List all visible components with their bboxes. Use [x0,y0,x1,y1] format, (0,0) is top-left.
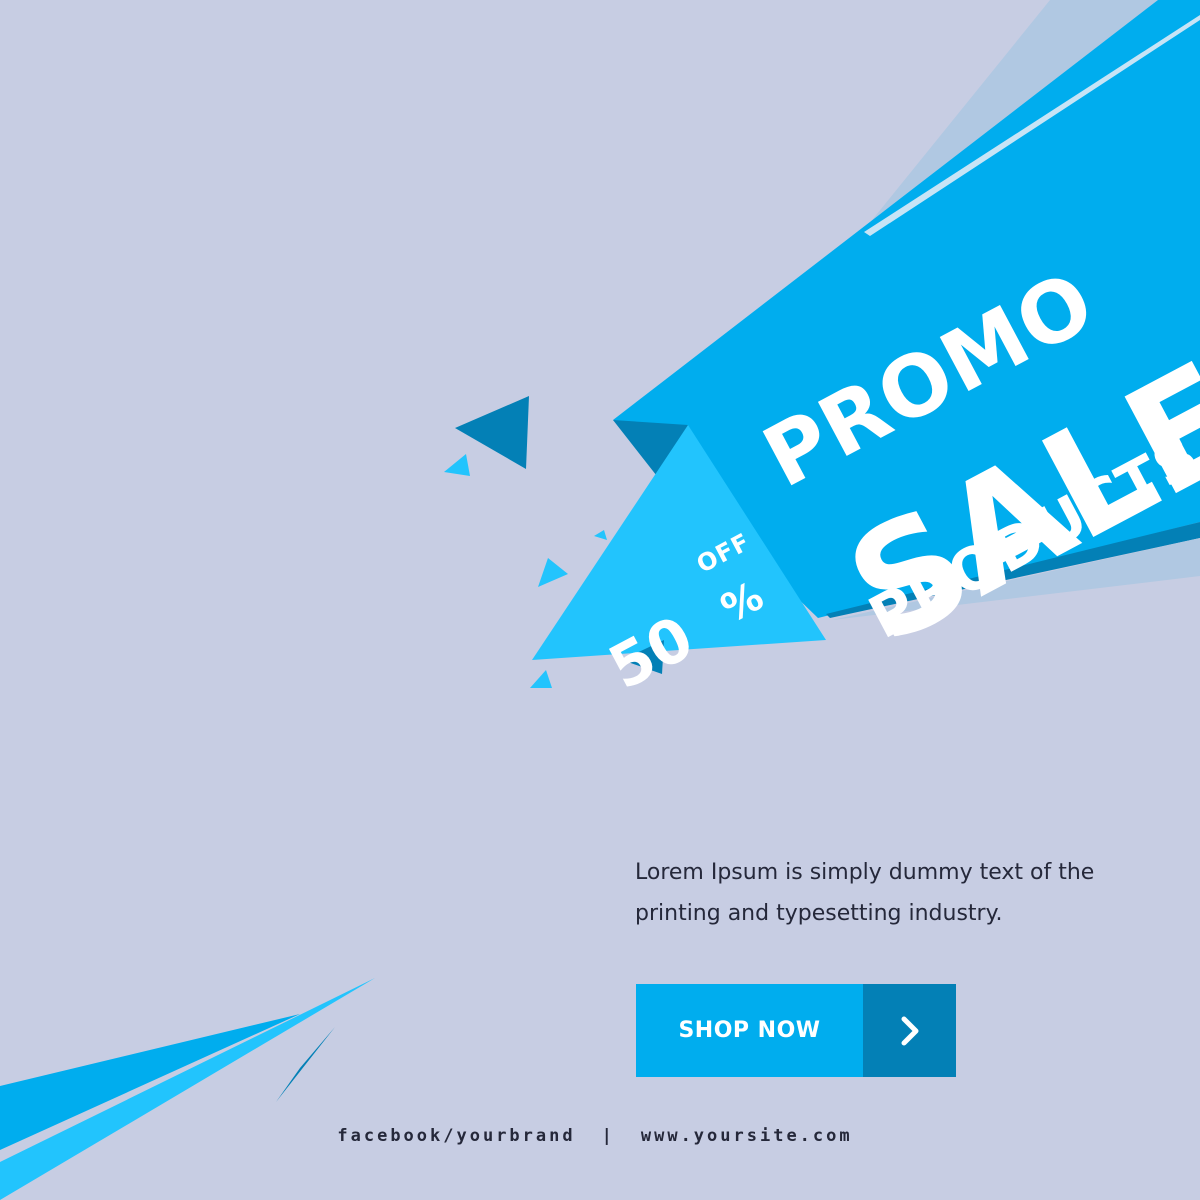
shop-now-label: SHOP NOW [636,984,863,1077]
confetti-triangle [530,670,552,688]
website-link[interactable]: www.yoursite.com [641,1126,853,1146]
footer: facebook/yourbrand | www.yoursite.com [0,1126,1200,1146]
chevron-right-icon [901,1016,918,1045]
facebook-link[interactable]: facebook/yourbrand [337,1126,575,1146]
promo-description: Lorem Ipsum is simply dummy text of the … [635,860,1095,926]
corner-shape-dark [276,1027,335,1102]
confetti-triangle [444,454,470,476]
shop-now-button[interactable]: SHOP NOW [636,984,956,1077]
shop-now-arrow[interactable] [863,984,956,1077]
footer-separator: | [601,1126,615,1146]
confetti-triangle [594,530,607,540]
confetti-triangle [538,558,568,587]
